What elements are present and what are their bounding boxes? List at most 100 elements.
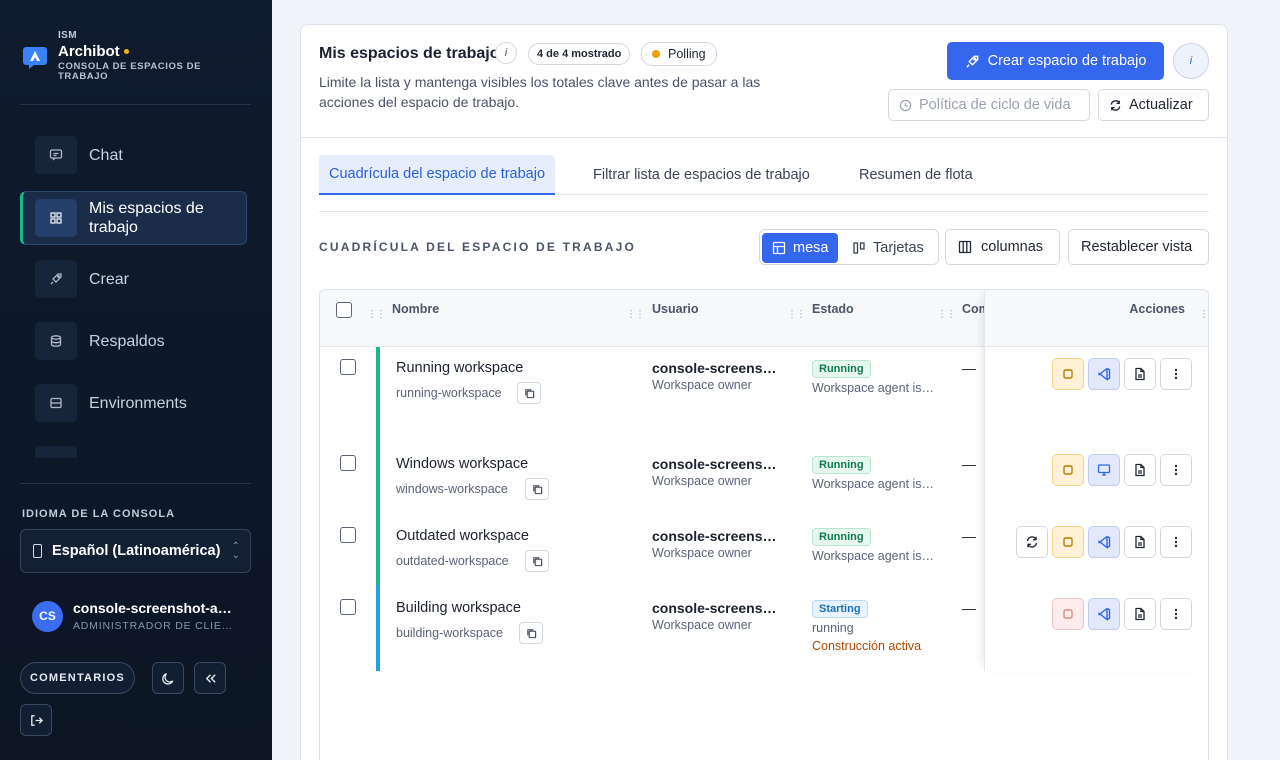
sidebar-divider [20, 483, 251, 484]
view-logs-button[interactable] [1124, 526, 1156, 558]
columns-button[interactable]: columnas [945, 229, 1060, 265]
stop-workspace-button[interactable] [1052, 526, 1084, 558]
copy-slug-button[interactable] [517, 382, 541, 404]
polling-dot [652, 50, 660, 58]
comp-value: — [962, 360, 976, 376]
column-header-name[interactable]: Nombre [392, 302, 439, 316]
status-cell: Running Workspace agent is connected [812, 359, 936, 395]
language-select[interactable]: Español (Latinoamérica) ⌃ ⌄ [20, 529, 251, 573]
reset-view-button[interactable]: Restablecer vista [1068, 229, 1209, 265]
grid-icon [35, 199, 77, 237]
status-badge: Starting [812, 600, 868, 618]
open-vscode-button[interactable] [1088, 526, 1120, 558]
open-vscode-button[interactable] [1088, 598, 1120, 630]
tab-fleet-summary[interactable]: Resumen de flota [849, 155, 983, 195]
row-status-bar [376, 585, 380, 671]
workspace-name[interactable]: Building workspace [396, 600, 521, 616]
rocket-icon [965, 55, 978, 68]
sidebar: ISM Archibot CONSOLA DE ESPACIOS DE TRAB… [0, 0, 272, 760]
stop-icon [1063, 369, 1073, 379]
user-cell: console-screenshot-admin Workspace owner [652, 528, 784, 560]
stop-workspace-button[interactable] [1052, 454, 1084, 486]
status-cell: Starting running Construcción activa [812, 599, 936, 653]
chevron-updown-icon: ⌃ ⌄ [231, 541, 240, 561]
dark-mode-button[interactable] [152, 662, 184, 694]
row-checkbox[interactable] [340, 599, 356, 615]
drag-handle-icon[interactable]: ⋮⋮ [937, 310, 956, 320]
copy-icon [532, 556, 542, 566]
more-actions-button[interactable] [1160, 598, 1192, 630]
view-logs-button[interactable] [1124, 598, 1156, 630]
sidebar-item-backups[interactable]: Respaldos [20, 314, 247, 368]
info-icon[interactable]: i [495, 42, 517, 64]
stop-icon [1063, 465, 1073, 475]
row-checkbox[interactable] [340, 527, 356, 543]
feedback-button[interactable]: COMENTARIOS [20, 662, 135, 694]
tab-workspace-grid[interactable]: Cuadrícula del espacio de trabajo [319, 155, 556, 195]
stop-workspace-button[interactable] [1052, 598, 1084, 630]
workspace-name[interactable]: Outdated workspace [396, 528, 529, 544]
sidebar-item-my-workspaces[interactable]: Mis espacios de trabajo [20, 191, 247, 245]
drag-handle-icon[interactable]: ⋮⋮ [787, 310, 806, 320]
select-all-checkbox[interactable] [336, 302, 352, 318]
workspace-name[interactable]: Windows workspace [396, 456, 528, 472]
brand-org: ISM [58, 30, 77, 41]
collapse-sidebar-button[interactable] [194, 662, 226, 694]
view-table-button[interactable]: mesa [762, 233, 839, 263]
document-icon [1135, 463, 1145, 477]
view-logs-button[interactable] [1124, 454, 1156, 486]
status-badge: Running [812, 456, 871, 474]
column-header-user[interactable]: Usuario [652, 302, 699, 316]
drag-handle-icon[interactable]: ⋮⋮ [626, 310, 645, 320]
more-actions-button[interactable] [1160, 454, 1192, 486]
refresh-button[interactable]: Actualizar [1098, 89, 1209, 121]
workspace-slug: windows-workspace [396, 482, 508, 496]
help-icon[interactable]: i [1173, 43, 1209, 79]
comp-value: — [962, 528, 976, 544]
view-logs-button[interactable] [1124, 358, 1156, 390]
row-checkbox[interactable] [340, 455, 356, 471]
update-workspace-button[interactable] [1016, 526, 1048, 558]
sidebar-item-create[interactable]: Crear [20, 252, 247, 306]
stop-workspace-button[interactable] [1052, 358, 1084, 390]
columns-label: columnas [981, 239, 1044, 255]
create-workspace-button[interactable]: Crear espacio de trabajo [947, 42, 1164, 80]
copy-slug-button[interactable] [519, 622, 543, 644]
user-cell: console-screenshot-admin Workspace owner [652, 360, 784, 392]
language-value: Español (Latinoamérica) [52, 543, 221, 559]
user-name: console-screenshot-admin [73, 600, 238, 616]
more-icon [35, 446, 77, 458]
logout-button[interactable] [20, 704, 52, 736]
refresh-icon [1026, 536, 1038, 548]
sidebar-item-label: Mis espacios de trabajo [89, 200, 204, 236]
lifecycle-policy-label: Política de ciclo de vida [919, 97, 1071, 113]
monitor-icon [1097, 464, 1111, 476]
document-icon [1135, 535, 1145, 549]
workspace-name[interactable]: Running workspace [396, 360, 523, 376]
database-icon [35, 322, 77, 360]
copy-slug-button[interactable] [525, 550, 549, 572]
drag-handle-icon[interactable]: ⋮⋮ [1199, 310, 1208, 320]
remote-desktop-button[interactable] [1088, 454, 1120, 486]
view-cards-button[interactable]: Tarjetas [842, 233, 934, 263]
row-checkbox[interactable] [340, 359, 356, 375]
actions-column: Acciones ⋮⋮ [984, 290, 1208, 671]
comp-value: — [962, 600, 976, 616]
copy-slug-button[interactable] [525, 478, 549, 500]
status-dot [123, 49, 129, 54]
sidebar-item-chat[interactable]: Chat [20, 128, 247, 182]
archibot-logo-icon [23, 47, 47, 69]
drag-handle-icon[interactable]: ⋮⋮ [367, 310, 386, 320]
sidebar-item-environments[interactable]: Environments [20, 376, 247, 430]
sidebar-item-more[interactable] [20, 438, 247, 458]
open-vscode-button[interactable] [1088, 358, 1120, 390]
more-actions-button[interactable] [1160, 358, 1192, 390]
more-actions-button[interactable] [1160, 526, 1192, 558]
count-pill: 4 de 4 mostrado [528, 43, 631, 65]
row-status-bar [376, 513, 380, 585]
tab-filter-list[interactable]: Filtrar lista de espacios de trabajo [583, 155, 820, 195]
column-header-status[interactable]: Estado [812, 302, 854, 316]
rocket-icon [35, 260, 77, 298]
lifecycle-policy-button[interactable]: Política de ciclo de vida [888, 89, 1090, 121]
user-profile[interactable]: CS console-screenshot-admin ADMINISTRADO… [32, 600, 242, 632]
